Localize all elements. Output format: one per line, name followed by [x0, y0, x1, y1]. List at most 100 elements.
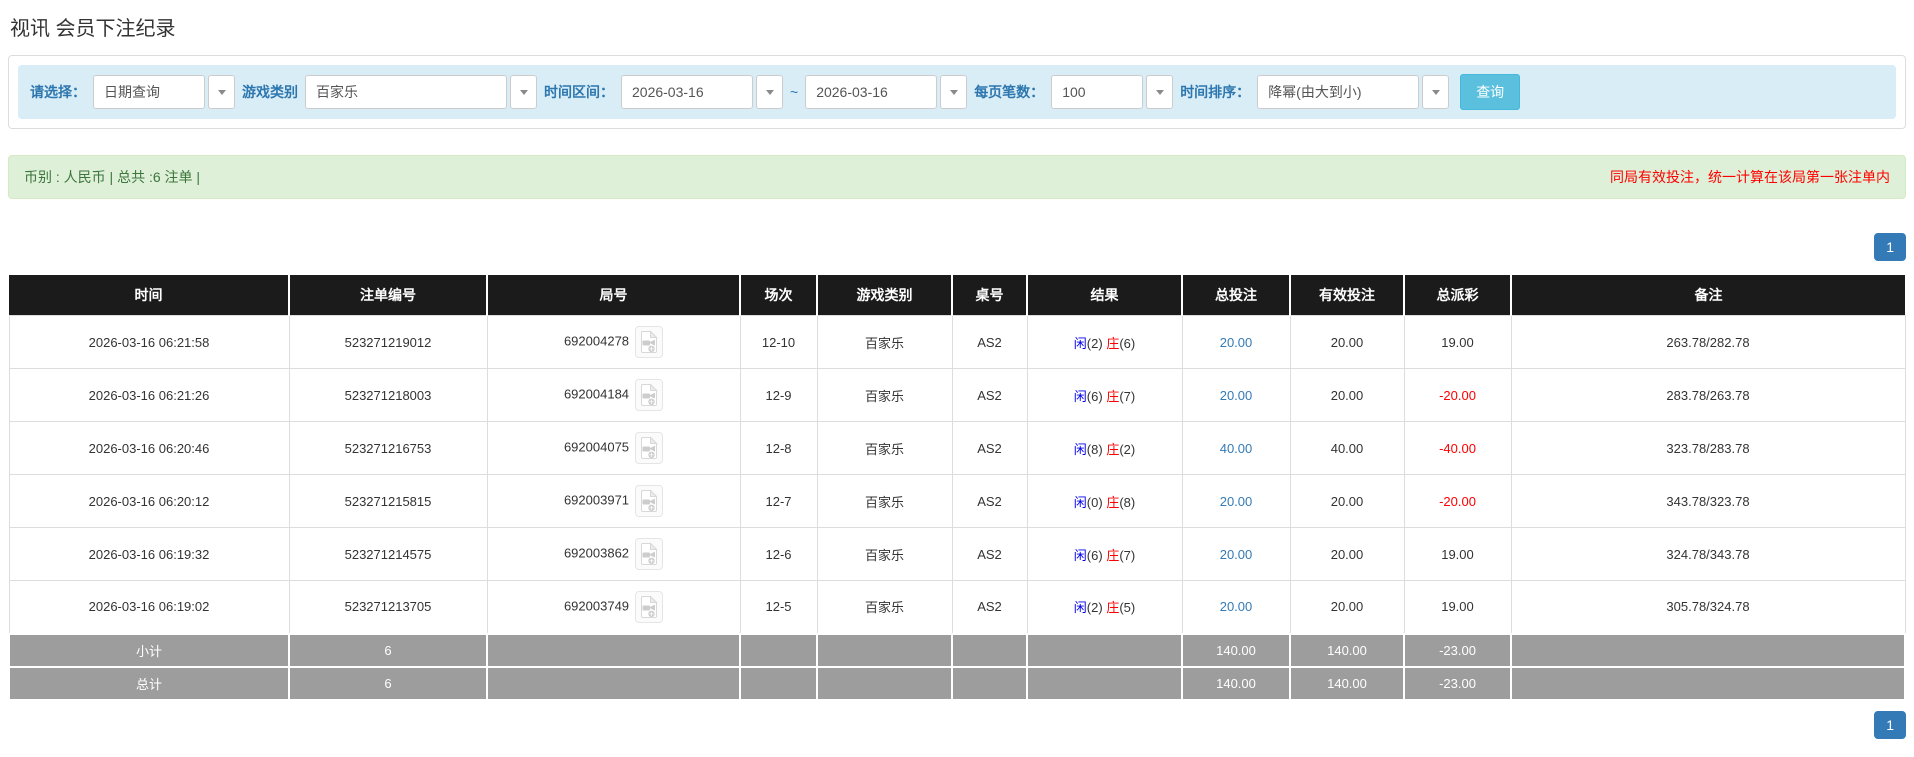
page-title: 视讯 会员下注纪录 — [10, 18, 176, 40]
cell-remark: 305.78/324.78 — [1510, 580, 1906, 634]
summary-valid-bet: 140.00 — [1289, 632, 1405, 668]
total-bet-link[interactable]: 20.00 — [1220, 547, 1253, 562]
query-type-label: 请选择： — [30, 84, 86, 100]
player-result-score: (0) — [1086, 494, 1103, 510]
cell-game: 百家乐 — [816, 315, 953, 369]
video-replay-icon[interactable] — [635, 538, 664, 570]
cell-table-no: AS2 — [951, 315, 1028, 369]
table-body: 2026-03-16 06:21:58 523271219012 692004278… — [8, 315, 1906, 634]
cell-time: 2026-03-16 06:19:32 — [8, 527, 290, 581]
cell-valid-bet: 20.00 — [1289, 368, 1405, 422]
bet-records-table: 时间 注单编号 局号 场次 游戏类别 桌号 结果 总投注 有效投注 总派彩 备注… — [8, 275, 1906, 701]
page-size-value: 100 — [1051, 75, 1144, 109]
player-result-label: 闲 — [1073, 388, 1087, 404]
pagination-top: 1 — [8, 233, 1906, 261]
cell-payout: -20.00 — [1403, 474, 1512, 528]
table-row: 2026-03-16 06:20:46 523271216753 692004075… — [8, 421, 1906, 475]
cell-payout: 19.00 — [1403, 580, 1512, 634]
video-replay-icon[interactable] — [635, 379, 664, 411]
cell-table-no: AS2 — [951, 368, 1028, 422]
cell-bet-id: 523271216753 — [288, 421, 488, 475]
game-category-label: 游戏类别 — [242, 84, 298, 100]
banker-result-score: (7) — [1119, 547, 1136, 563]
page-size-dropdown-button[interactable] — [1146, 75, 1174, 109]
date-to-dropdown-button[interactable] — [940, 75, 968, 109]
summary-count: 6 — [288, 665, 488, 701]
cell-session: 12-5 — [739, 580, 818, 634]
date-from-dropdown-button[interactable] — [756, 75, 783, 109]
cell-remark: 263.78/282.78 — [1510, 315, 1906, 369]
total-bet-link[interactable]: 20.00 — [1220, 599, 1253, 614]
summary-empty-cell — [1026, 665, 1183, 701]
summary-payout: -23.00 — [1403, 632, 1512, 668]
cell-result: 闲(8) 庄(2) — [1026, 421, 1183, 475]
summary-empty-cell — [816, 632, 953, 668]
video-replay-icon[interactable] — [635, 485, 664, 517]
cell-total-bet: 20.00 — [1181, 527, 1291, 581]
cell-valid-bet: 20.00 — [1289, 527, 1405, 581]
cell-round: 692003971 — [486, 474, 741, 528]
sort-order-dropdown-button[interactable] — [1422, 75, 1450, 109]
search-button[interactable]: 查询 — [1460, 74, 1521, 110]
chevron-down-icon — [519, 89, 528, 95]
player-result-label: 闲 — [1073, 335, 1087, 351]
col-header-result: 结果 — [1027, 275, 1183, 316]
page-size-select[interactable]: 100 — [1051, 75, 1174, 109]
table-row: 2026-03-16 06:19:32 523271214575 692003862… — [8, 527, 1906, 581]
sort-order-select[interactable]: 降幂(由大到小) — [1257, 75, 1450, 109]
date-from-value: 2026-03-16 — [621, 75, 753, 109]
summary-count: 6 — [288, 632, 488, 668]
game-category-value: 百家乐 — [305, 75, 507, 109]
col-header-round: 局号 — [487, 275, 741, 316]
page-1-button[interactable]: 1 — [1874, 710, 1906, 739]
summary-total-bet: 140.00 — [1181, 632, 1291, 668]
total-row: 总计 6 140.00 140.00 -23.00 — [8, 665, 1906, 701]
filter-panel: 请选择： 日期查询 游戏类别 百家乐 时间区间： 2026-03-16 ~ 20… — [8, 55, 1906, 129]
header-row: 时间 注单编号 局号 场次 游戏类别 桌号 结果 总投注 有效投注 总派彩 备注 — [9, 275, 1905, 316]
cell-result: 闲(6) 庄(7) — [1026, 527, 1183, 581]
query-type-select[interactable]: 日期查询 — [93, 75, 235, 109]
summary-empty-cell — [486, 632, 741, 668]
game-category-dropdown-button[interactable] — [510, 75, 537, 109]
cell-result: 闲(2) 庄(5) — [1026, 580, 1183, 634]
col-header-session: 场次 — [740, 275, 818, 316]
time-range-label: 时间区间： — [544, 84, 614, 100]
cell-time: 2026-03-16 06:21:58 — [8, 315, 290, 369]
date-from-select[interactable]: 2026-03-16 — [621, 75, 783, 109]
cell-result: 闲(2) 庄(6) — [1026, 315, 1183, 369]
banker-result-label: 庄 — [1106, 388, 1120, 404]
filter-bar: 请选择： 日期查询 游戏类别 百家乐 时间区间： 2026-03-16 ~ 20… — [18, 65, 1896, 119]
cell-game: 百家乐 — [816, 368, 953, 422]
summary-valid-bet: 140.00 — [1289, 665, 1405, 701]
chevron-down-icon — [765, 89, 774, 95]
total-bet-link[interactable]: 20.00 — [1220, 388, 1253, 403]
video-replay-icon[interactable] — [635, 326, 664, 358]
pagination-bottom: 1 — [8, 710, 1906, 739]
total-bet-link[interactable]: 40.00 — [1220, 441, 1253, 456]
subtotal-row: 小计 6 140.00 140.00 -23.00 — [8, 632, 1906, 668]
col-header-time: 时间 — [9, 275, 290, 316]
total-bet-link[interactable]: 20.00 — [1220, 335, 1253, 350]
col-header-valid-bet: 有效投注 — [1290, 275, 1405, 316]
query-type-dropdown-button[interactable] — [208, 75, 235, 109]
col-header-table: 桌号 — [952, 275, 1028, 316]
table-header: 时间 注单编号 局号 场次 游戏类别 桌号 结果 总投注 有效投注 总派彩 备注 — [9, 275, 1905, 316]
table-summary: 小计 6 140.00 140.00 -23.00 总计 6 140.00 140.00 -23.… — [8, 632, 1906, 701]
cell-bet-id: 523271213705 — [288, 580, 488, 634]
cell-remark: 324.78/343.78 — [1510, 527, 1906, 581]
cell-session: 12-9 — [739, 368, 818, 422]
video-replay-icon[interactable] — [635, 590, 664, 623]
player-result-score: (6) — [1086, 388, 1103, 404]
page-1-button[interactable]: 1 — [1874, 233, 1906, 261]
video-replay-icon[interactable] — [635, 432, 664, 464]
cell-time: 2026-03-16 06:20:46 — [8, 421, 290, 475]
banker-result-label: 庄 — [1106, 441, 1120, 457]
cell-round: 692004184 — [486, 368, 741, 422]
cell-bet-id: 523271218003 — [288, 368, 488, 422]
banker-result-score: (5) — [1119, 600, 1136, 616]
cell-total-bet: 20.00 — [1181, 580, 1291, 634]
game-category-select[interactable]: 百家乐 — [305, 75, 537, 109]
cell-payout: 19.00 — [1403, 315, 1512, 369]
date-to-select[interactable]: 2026-03-16 — [805, 75, 968, 109]
total-bet-link[interactable]: 20.00 — [1220, 494, 1253, 509]
